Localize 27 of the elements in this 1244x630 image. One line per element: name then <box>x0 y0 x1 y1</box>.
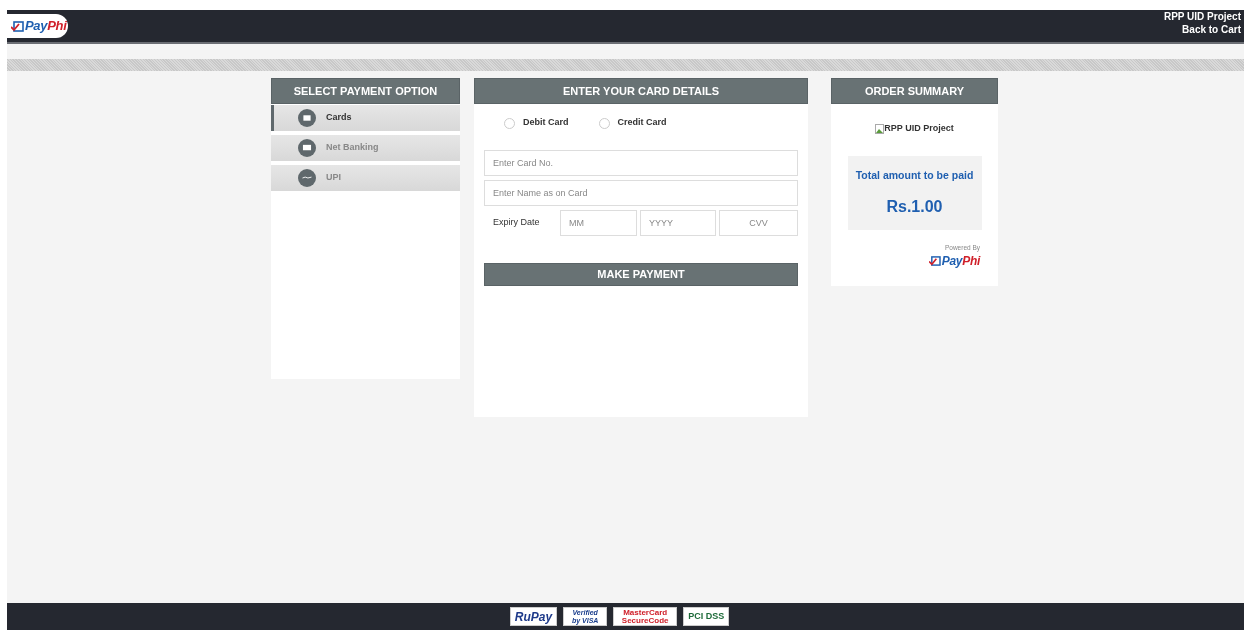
payphi-logo: PayPhi <box>11 16 67 36</box>
total-amount: Rs.1.00 <box>886 197 943 218</box>
back-to-cart-link[interactable]: Back to Cart <box>1182 24 1241 36</box>
card-number-field[interactable]: Enter Card No. <box>484 150 798 176</box>
panel-header: SELECT PAYMENT OPTION <box>271 78 460 104</box>
name-on-card-field[interactable]: Enter Name as on Card <box>484 180 798 206</box>
project-name: RPP UID Project <box>1163 11 1241 23</box>
card-type-radio[interactable]: Debit Card <box>504 116 569 130</box>
checkbox-logo-icon <box>928 256 941 267</box>
pci-badge: PCI DSS <box>683 607 730 626</box>
card-type-radio[interactable]: Credit Card <box>598 116 667 130</box>
merchant-image-alt: RPP UID Project <box>884 122 954 135</box>
expiry-date-label: Expiry Date <box>492 216 541 229</box>
make-payment-button[interactable]: MAKE PAYMENT <box>484 263 798 286</box>
payphi-logo: PayPhi <box>928 252 980 271</box>
checkbox-logo-icon <box>11 20 24 32</box>
panel-header: ORDER SUMMARY <box>831 78 998 104</box>
broken-image-icon <box>875 123 885 134</box>
expiry-month-field[interactable]: MM <box>560 210 637 236</box>
card-network-badge: MasterCard SecureCode <box>613 607 678 626</box>
payment-option[interactable]: Cards <box>271 105 460 131</box>
expiry-year-field[interactable]: YYYY <box>640 210 716 236</box>
panel-header: ENTER YOUR CARD DETAILS <box>474 78 808 104</box>
card-network-badge: RuPay <box>509 607 558 626</box>
cvv-field[interactable]: CVV <box>719 210 798 236</box>
card-icon <box>298 109 316 127</box>
total-label: Total amount to be paid <box>855 167 974 183</box>
